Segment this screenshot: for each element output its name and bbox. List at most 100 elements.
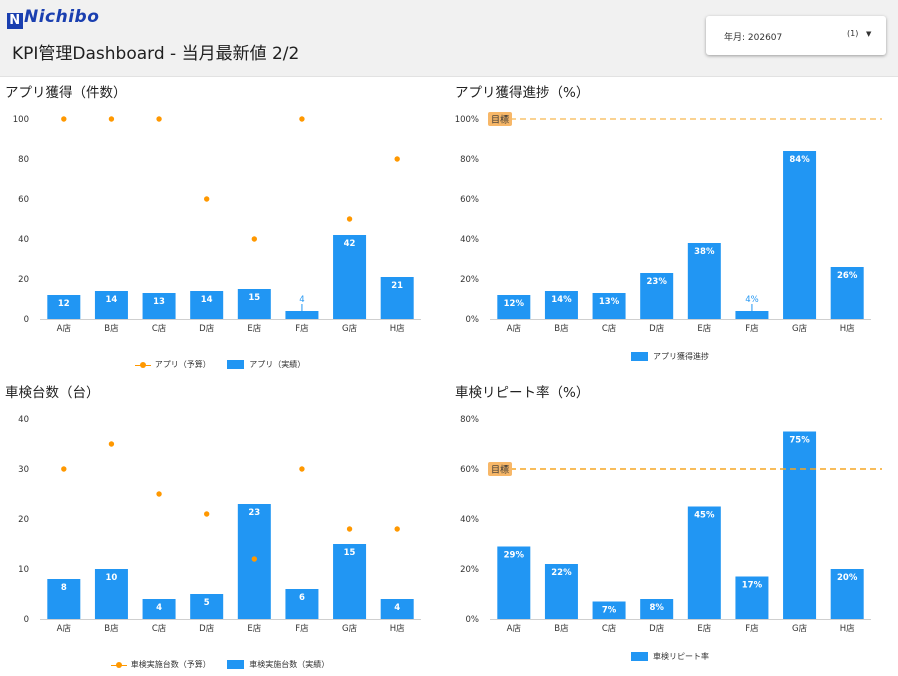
y-tick-label: 60 [18, 195, 29, 205]
legend-line-dot-icon [134, 361, 151, 369]
x-axis: A店 B店 C店 D店 E店 F店 G店 H店 [57, 323, 405, 334]
legend-item-repeat-rate[interactable]: 車検リピート率 [631, 651, 709, 662]
data-label: 22% [551, 568, 572, 578]
y-tick-label: 20% [460, 565, 479, 575]
budget-point [346, 216, 353, 222]
y-tick-label: 60% [460, 465, 479, 475]
x-tick-label: C店 [602, 323, 617, 334]
data-label: 20% [837, 573, 858, 583]
data-label: 4 [156, 603, 162, 613]
legend-item-actual[interactable]: 車検実施台数（実績） [227, 659, 329, 670]
legend-item-budget[interactable]: アプリ（予算） [134, 359, 211, 370]
dashboard-header: N Nichibo KPI管理Dashboard - 当月最新値 2/2 年月: … [0, 0, 898, 77]
x-axis: A店 B店 C店 D店 E店 F店 G店 H店 [507, 323, 855, 334]
x-tick-label: H店 [390, 323, 405, 334]
data-label: 38% [694, 247, 715, 257]
chart-app-acquisition-count: アプリ獲得（件数） 0 20 40 60 80 100 A店 B店 C店 D店 E店 F店 G店 H店 12… [0, 76, 450, 376]
year-month-filter[interactable]: 年月: 202607 (1) ▼ [706, 16, 886, 55]
x-tick-label: B店 [554, 623, 569, 634]
data-label: 75% [789, 436, 810, 446]
legend-label: アプリ（実績） [249, 360, 306, 369]
dropdown-arrow-icon[interactable]: ▼ [866, 30, 871, 38]
y-tick-label: 40 [18, 415, 29, 425]
data-label: 15 [344, 548, 356, 558]
budget-point [299, 466, 305, 472]
y-tick-label: 40% [460, 515, 479, 525]
budget-point [61, 466, 67, 472]
x-tick-label: C店 [602, 623, 617, 634]
x-axis: A店 B店 C店 D店 E店 F店 G店 H店 [57, 623, 405, 634]
budget-point [203, 196, 210, 202]
bar [285, 311, 319, 319]
budget-point [251, 556, 258, 562]
budget-point [203, 511, 210, 517]
data-label: 8% [649, 603, 664, 613]
bar [687, 506, 721, 619]
x-tick-label: D店 [199, 623, 215, 634]
data-label: 84% [789, 155, 810, 165]
data-label: 6 [299, 593, 305, 603]
y-tick-label: 40 [18, 235, 29, 245]
y-tick-label: 0% [466, 315, 480, 325]
x-axis: A店 B店 C店 D店 E店 F店 G店 H店 [507, 623, 855, 634]
x-tick-label: E店 [247, 323, 261, 334]
legend-item-budget[interactable]: 車検実施台数（予算） [110, 659, 211, 670]
budget-series [61, 441, 400, 562]
budget-point [394, 526, 400, 532]
company-logo: N Nichibo [7, 7, 99, 29]
bar-series: 29% 22% 7% 8% 45% 17% 75% 20% [497, 431, 864, 619]
x-tick-label: F店 [745, 323, 759, 334]
y-tick-label: 10 [18, 565, 29, 575]
chart-plot: 0 20 40 60 80 100 A店 B店 C店 D店 E店 F店 G店 H店 12 14 13 14 15 4 4… [13, 115, 421, 334]
data-label: 10 [106, 573, 118, 583]
x-tick-label: E店 [697, 323, 711, 334]
x-tick-label: F店 [295, 623, 309, 634]
legend-item-actual[interactable]: アプリ（実績） [227, 359, 305, 370]
budget-point [251, 236, 258, 242]
x-tick-label: H店 [840, 623, 855, 634]
bar [735, 311, 769, 319]
bar-series: 8 10 4 5 23 6 15 4 [47, 504, 414, 619]
budget-point [299, 116, 305, 122]
x-tick-label: D店 [649, 623, 665, 634]
x-tick-label: A店 [57, 323, 72, 334]
legend-line-dot-icon [110, 661, 127, 669]
y-tick-label: 30 [18, 465, 29, 475]
budget-point [108, 116, 115, 122]
x-tick-label: E店 [697, 623, 711, 634]
data-label: 4% [745, 295, 759, 305]
data-label: 12% [504, 299, 525, 309]
legend-label: 車検実施台数（予算） [130, 660, 211, 669]
target-label: 目標 [488, 112, 512, 126]
budget-point [108, 441, 115, 447]
page-title: KPI管理Dashboard - 当月最新値 2/2 [12, 44, 300, 64]
chart-inspection-repeat-rate: 車検リピート率（%） 0% 20% 40% 60% 80% A店 B店 C店 D店 E店 F店 G店 H… [450, 376, 898, 676]
bar [783, 151, 817, 319]
legend-label: アプリ獲得進捗 [653, 352, 709, 361]
target-label-text: 目標 [491, 114, 509, 126]
data-label: 13% [599, 297, 620, 307]
y-tick-label: 40% [460, 235, 479, 245]
x-tick-label: D店 [649, 323, 665, 334]
x-tick-label: H店 [390, 623, 405, 634]
data-label: 29% [504, 551, 525, 561]
legend-item-progress[interactable]: アプリ獲得進捗 [631, 351, 709, 362]
y-axis: 0 20 40 60 80 100 [13, 115, 29, 325]
budget-point [394, 156, 400, 162]
data-label: 21 [391, 281, 403, 291]
chart-inspection-count: 車検台数（台） 0 10 20 30 40 A店 B店 C店 D店 E店 F店 G店 H店 8 10 4 5 23… [0, 376, 450, 676]
y-axis: 0% 20% 40% 60% 80% 100% [455, 115, 479, 325]
x-tick-label: D店 [199, 323, 215, 334]
x-tick-label: E店 [247, 623, 261, 634]
target-label: 目標 [488, 462, 512, 476]
y-tick-label: 0 [24, 315, 29, 325]
filter-label: 年月: 202607 [724, 33, 783, 43]
bar-series: 12 14 13 14 15 4 42 21 [47, 235, 414, 319]
y-tick-label: 100 [13, 115, 29, 125]
chart-plot: 0% 20% 40% 60% 80% 100% A店 B店 C店 D店 E店 F店 G店 H店 12% 14%… [455, 112, 882, 334]
bar-series: 12% 14% 13% 23% 38% 4% 84% 26% [497, 151, 864, 319]
chart-legend: アプリ獲得進捗 [450, 351, 890, 362]
x-tick-label: C店 [152, 623, 167, 634]
y-tick-label: 80 [18, 155, 29, 165]
legend-label: 車検実施台数（実績） [249, 660, 330, 669]
